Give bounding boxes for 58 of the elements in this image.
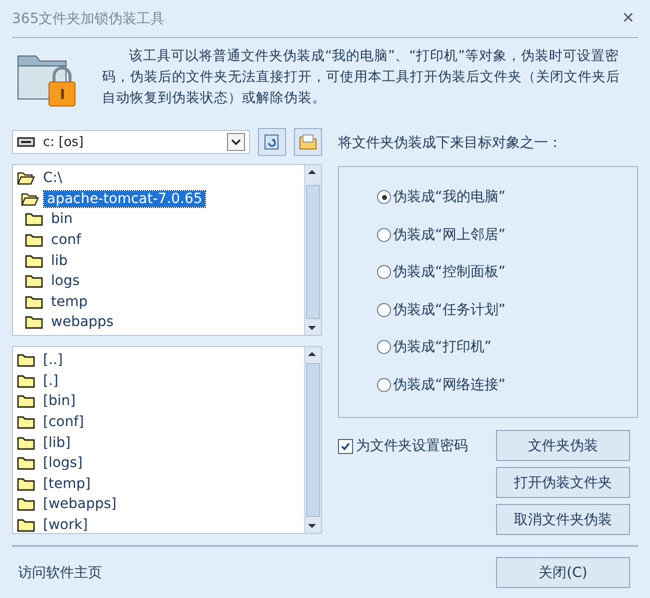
- tree-item[interactable]: conf: [48, 232, 84, 248]
- refresh-button[interactable]: [258, 128, 286, 156]
- scrollbar[interactable]: [304, 347, 321, 533]
- drive-dropdown[interactable]: c: [os]: [12, 130, 250, 154]
- window-title: 365文件夹加锁伪装工具: [12, 10, 165, 28]
- checkbox-icon[interactable]: [338, 439, 353, 454]
- radio-option[interactable]: 伪装成“网上邻居”: [377, 224, 637, 244]
- tree-item[interactable]: lib: [48, 252, 71, 269]
- radio-icon[interactable]: [377, 265, 391, 279]
- description-text: 该工具可以将普通文件夹伪装成“我的电脑”、“打印机”等对象，伪装时可设置密码，伪装后的文件夹无法直接打开，可使用本工具打开伪装后文件夹（关闭文件夹后自动恢复到伪装状态）或解除伪装。: [102, 47, 621, 108]
- folder-icon: [17, 497, 35, 512]
- file-list-item[interactable]: [lib]: [40, 434, 74, 451]
- folder-icon: [17, 353, 35, 368]
- radio-icon[interactable]: [377, 340, 391, 354]
- file-list-item[interactable]: [logs]: [40, 455, 86, 472]
- target-label: 将文件夹伪装成下来目标对象之一：: [338, 134, 563, 152]
- folder-button[interactable]: [294, 128, 322, 156]
- radio-option[interactable]: 伪装成“我的电脑”: [377, 187, 637, 207]
- folder-icon: [17, 415, 35, 430]
- radio-option[interactable]: 伪装成“控制面板”: [377, 262, 637, 282]
- radio-option[interactable]: 伪装成“网络连接”: [377, 374, 637, 394]
- scrollbar[interactable]: [304, 165, 321, 335]
- radio-option[interactable]: 伪装成“打印机”: [377, 337, 637, 357]
- action-button[interactable]: 打开伪装文件夹: [496, 467, 630, 498]
- chevron-down-icon[interactable]: [231, 138, 242, 146]
- folder-icon: [17, 518, 35, 532]
- folder-icon: [17, 394, 35, 408]
- close-button[interactable]: ×: [618, 7, 638, 30]
- refresh-icon: [263, 133, 282, 151]
- folder-icon: [17, 436, 35, 450]
- folder-icon: [17, 374, 35, 388]
- radio-icon[interactable]: [377, 190, 391, 204]
- tree-item[interactable]: bin: [48, 211, 76, 228]
- radio-option[interactable]: 伪装成“任务计划”: [377, 300, 637, 320]
- action-button[interactable]: 取消文件夹伪装: [496, 504, 630, 535]
- file-list-item[interactable]: [conf]: [40, 414, 87, 430]
- radio-icon[interactable]: [377, 378, 391, 392]
- radio-icon[interactable]: [377, 228, 391, 242]
- file-list-item[interactable]: [..]: [40, 352, 66, 368]
- file-list-item[interactable]: [webapps]: [40, 496, 120, 512]
- action-button[interactable]: 文件夹伪装: [496, 430, 630, 461]
- password-checkbox[interactable]: 为文件夹设置密码: [338, 437, 468, 457]
- file-list-item[interactable]: [work]: [40, 517, 91, 533]
- tree-item[interactable]: webapps: [48, 314, 117, 330]
- file-list-item[interactable]: [bin]: [40, 393, 79, 410]
- folder-icon: [17, 476, 35, 491]
- tree-item[interactable]: logs: [48, 273, 83, 290]
- radio-icon[interactable]: [377, 302, 391, 316]
- folder-icon: [17, 456, 35, 470]
- file-list-item[interactable]: [temp]: [40, 476, 94, 492]
- tree-item[interactable]: apache-tomcat-7.0.65: [44, 190, 206, 207]
- homepage-link[interactable]: 访问软件主页: [18, 564, 102, 582]
- tree-item[interactable]: C:\: [40, 170, 66, 186]
- file-list-item[interactable]: [.]: [40, 372, 62, 389]
- close-button[interactable]: 关闭(C): [496, 557, 630, 588]
- folder-icon: [298, 133, 318, 151]
- drive-icon: [17, 137, 35, 147]
- tree-item[interactable]: temp: [48, 294, 91, 310]
